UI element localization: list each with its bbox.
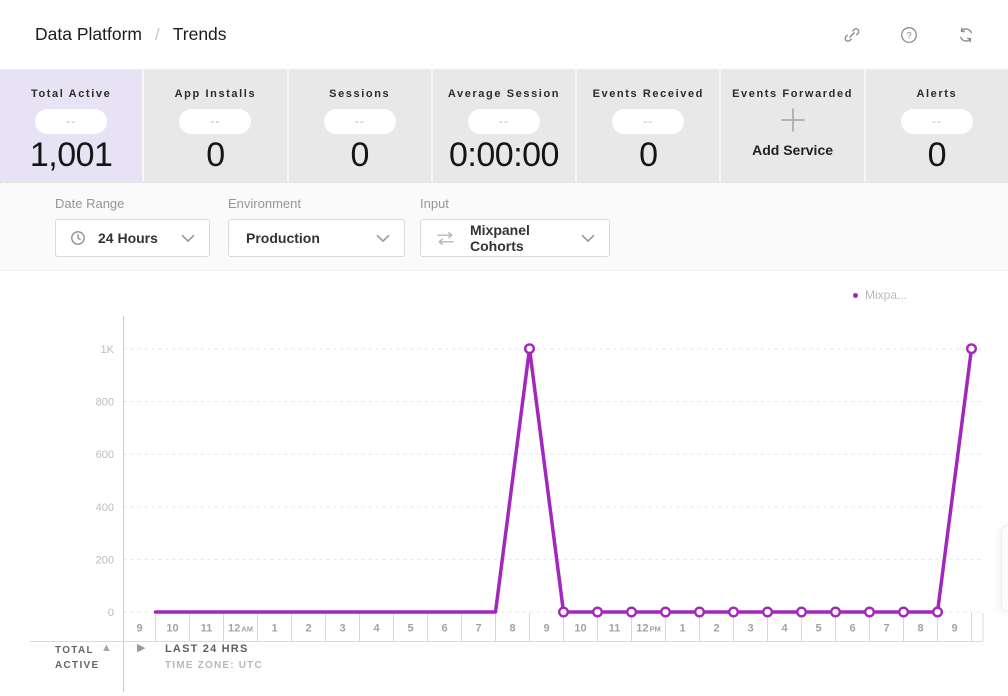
svg-text:8: 8 (917, 623, 923, 635)
expand-row-icon[interactable]: ▶ (137, 641, 145, 654)
svg-text:2: 2 (713, 623, 719, 635)
svg-text:0: 0 (108, 607, 114, 619)
svg-text:2: 2 (305, 623, 311, 635)
svg-text:5: 5 (815, 623, 821, 635)
svg-text:12PM: 12PM (636, 623, 661, 635)
metric-card-label: Average Session (433, 88, 575, 100)
svg-text:1K: 1K (101, 344, 115, 356)
svg-text:4: 4 (781, 623, 788, 635)
filter-date-range: Date Range 24 Hours (55, 196, 210, 270)
add-service-label: Add Service (721, 142, 863, 158)
trend-line-chart[interactable]: 0 200 400 600 800 1K 9 10 11 12AM 1 2 3 4 5 6 7 8 9 10 11 12P… (0, 271, 1008, 696)
dropdown-value: Mixpanel Cohorts (470, 222, 572, 254)
svg-text:11: 11 (201, 623, 213, 635)
range-info: LAST 24 HRS TIME ZONE: UTC (165, 643, 263, 671)
metric-card-label: Sessions (289, 88, 431, 100)
metric-card-label: Alerts (866, 88, 1008, 100)
breadcrumb-separator: / (155, 25, 160, 45)
metric-value: 0:00:00 (433, 136, 575, 175)
dropdown-value: Production (246, 230, 320, 246)
chevron-down-icon (376, 234, 390, 243)
svg-text:10: 10 (166, 623, 178, 635)
svg-text:4: 4 (373, 623, 380, 635)
metric-card-label: Events Forwarded (721, 88, 863, 100)
metric-value: 0 (866, 136, 1008, 175)
clock-icon (70, 230, 86, 246)
svg-text:9: 9 (951, 623, 957, 635)
svg-text:7: 7 (475, 623, 481, 635)
svg-text:9: 9 (136, 623, 142, 635)
svg-text:?: ? (906, 30, 911, 41)
svg-text:9: 9 (543, 623, 549, 635)
chevron-down-icon (181, 234, 195, 243)
metric-card-alerts[interactable]: Alerts --0 (866, 70, 1008, 182)
filter-label: Date Range (55, 196, 210, 211)
metric-card-label: App Installs (144, 88, 286, 100)
metrics-row: Total Active--1,001App Installs--0Sessio… (0, 69, 1008, 183)
metric-card-total-active[interactable]: Total Active --1,001 (0, 70, 142, 182)
page-header: Data Platform / Trends ? (0, 0, 1008, 69)
breadcrumb: Data Platform / Trends (35, 24, 227, 45)
metric-value: 1,001 (0, 136, 142, 175)
plus-icon (721, 104, 863, 136)
svg-text:6: 6 (441, 623, 447, 635)
filter-environment: Environment Production (228, 196, 405, 270)
svg-text:3: 3 (747, 623, 753, 635)
svg-text:800: 800 (96, 397, 114, 409)
metric-sparkline-pill: -- (324, 109, 396, 134)
trends-chart-section: Mixpa... 02004006008001K9101112AM1234567… (0, 271, 1008, 696)
metric-sparkline-pill: -- (35, 109, 107, 134)
metric-card-app-installs[interactable]: App Installs --0 (144, 70, 286, 182)
sort-asc-icon[interactable]: ▲ (101, 642, 112, 654)
svg-text:6: 6 (849, 623, 855, 635)
metric-value: 0 (577, 136, 719, 175)
sort-column-header[interactable]: TOTAL ACTIVE (55, 643, 99, 673)
svg-text:8: 8 (509, 623, 515, 635)
metric-value: 0 (144, 136, 286, 175)
svg-text:11: 11 (609, 623, 621, 635)
svg-text:3: 3 (339, 623, 345, 635)
svg-text:5: 5 (407, 623, 413, 635)
dropdown-input[interactable]: Mixpanel Cohorts (420, 219, 610, 257)
breadcrumb-current: Trends (173, 24, 227, 45)
dropdown-date-range[interactable]: 24 Hours (55, 219, 210, 257)
svg-text:600: 600 (96, 449, 114, 461)
metric-value: 0 (289, 136, 431, 175)
svg-text:1: 1 (271, 623, 277, 635)
svg-text:12AM: 12AM (228, 623, 253, 635)
dropdown-value: 24 Hours (98, 230, 158, 246)
svg-text:1: 1 (679, 623, 685, 635)
svg-text:7: 7 (883, 623, 889, 635)
range-label: LAST 24 HRS (165, 643, 263, 655)
sort-column-label: TOTAL ACTIVE (55, 643, 99, 673)
svg-text:200: 200 (96, 554, 114, 566)
swap-arrows-icon (435, 231, 456, 246)
help-icon[interactable]: ? (900, 26, 918, 44)
chevron-down-icon (581, 234, 595, 243)
svg-text:400: 400 (96, 502, 114, 514)
metric-card-events-received[interactable]: Events Received --0 (577, 70, 719, 182)
filter-label: Input (420, 196, 610, 211)
header-actions: ? (843, 26, 975, 44)
filter-input: Input Mixpanel Cohorts (420, 196, 610, 270)
metric-card-label: Events Received (577, 88, 719, 100)
dropdown-environment[interactable]: Production (228, 219, 405, 257)
metric-sparkline-pill: -- (179, 109, 251, 134)
metric-card-events-forwarded[interactable]: Events Forwarded Add Service (721, 70, 863, 182)
breadcrumb-parent[interactable]: Data Platform (35, 24, 142, 45)
svg-text:10: 10 (574, 623, 586, 635)
filters-bar: Date Range 24 Hours Environment Production I… (0, 183, 1008, 271)
metric-sparkline-pill: -- (468, 109, 540, 134)
side-panel-edge[interactable] (1001, 525, 1008, 612)
refresh-icon[interactable] (957, 26, 975, 44)
filter-label: Environment (228, 196, 405, 211)
timezone-label: TIME ZONE: UTC (165, 660, 263, 671)
metric-card-label: Total Active (0, 88, 142, 100)
metric-card-average-session[interactable]: Average Session --0:00:00 (433, 70, 575, 182)
link-icon[interactable] (843, 26, 861, 44)
metric-sparkline-pill: -- (901, 109, 973, 134)
metric-sparkline-pill: -- (612, 109, 684, 134)
metric-card-sessions[interactable]: Sessions --0 (289, 70, 431, 182)
